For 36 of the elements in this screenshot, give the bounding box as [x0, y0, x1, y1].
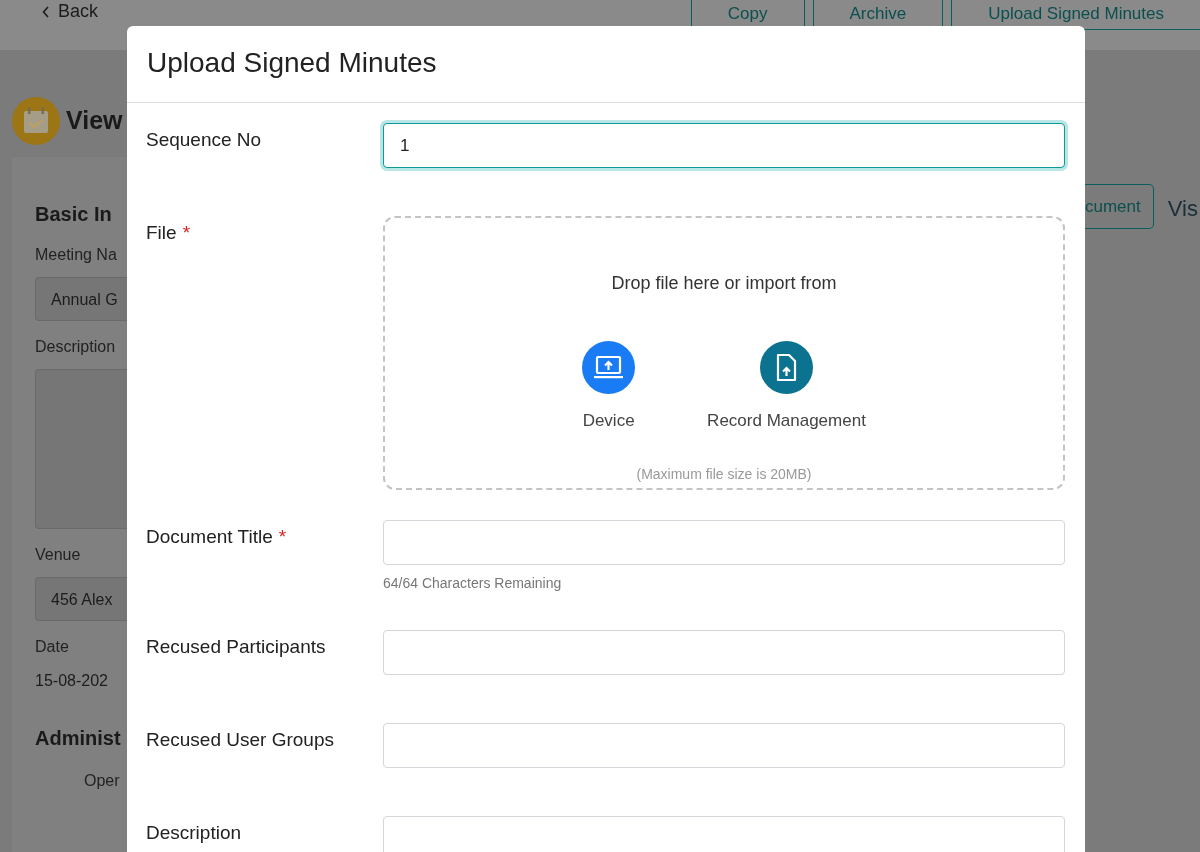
chevron-left-icon	[42, 5, 50, 18]
field-label: File	[146, 222, 177, 243]
field-label: Sequence No	[146, 129, 262, 150]
field-label: Recused Participants	[146, 636, 326, 657]
tab-label: Vis	[1167, 195, 1198, 223]
read-only-field: Annual G	[35, 277, 127, 321]
text-field[interactable]	[383, 630, 1065, 675]
size-note: (Maximum file size is 20MB)	[636, 464, 812, 484]
required-mark: *	[278, 526, 287, 547]
character-counter: 64/64 Characters Remaining	[383, 574, 563, 593]
list-item: Oper	[84, 771, 121, 791]
import-source-button[interactable]: Device	[582, 341, 636, 434]
import-source-button[interactable]: Record Management	[707, 341, 866, 434]
text-field[interactable]: 1	[383, 123, 1065, 168]
drop-prompt: Drop file here or import from	[611, 272, 837, 295]
field-value: 15-08-202	[35, 671, 109, 691]
text-field[interactable]	[383, 520, 1065, 565]
required-mark: *	[182, 222, 191, 243]
field-label: Venue	[35, 545, 82, 565]
section-title: Basic In	[35, 202, 113, 227]
dialog-title: Upload Signed Minutes	[147, 47, 437, 78]
section-title: Administ	[35, 726, 122, 751]
field-label: Date	[35, 637, 70, 657]
text-field[interactable]	[383, 723, 1065, 768]
field-label: Recused User Groups	[146, 729, 334, 750]
laptop-upload-icon	[582, 341, 636, 394]
field-label: Document Title	[146, 526, 273, 547]
drop-zone[interactable]: Drop file here or import from Device Record Management (Maximum file size is 20MB)	[383, 216, 1065, 490]
calendar-icon	[12, 97, 60, 145]
back-link[interactable]: Back	[58, 0, 99, 25]
field-label: Meeting Na	[35, 245, 118, 265]
page-title: View	[66, 105, 123, 137]
read-only-field: 456 Alex	[35, 577, 127, 621]
file-upload-icon	[760, 341, 813, 394]
field-label: Description	[146, 822, 242, 843]
field-label: Description	[35, 337, 117, 357]
